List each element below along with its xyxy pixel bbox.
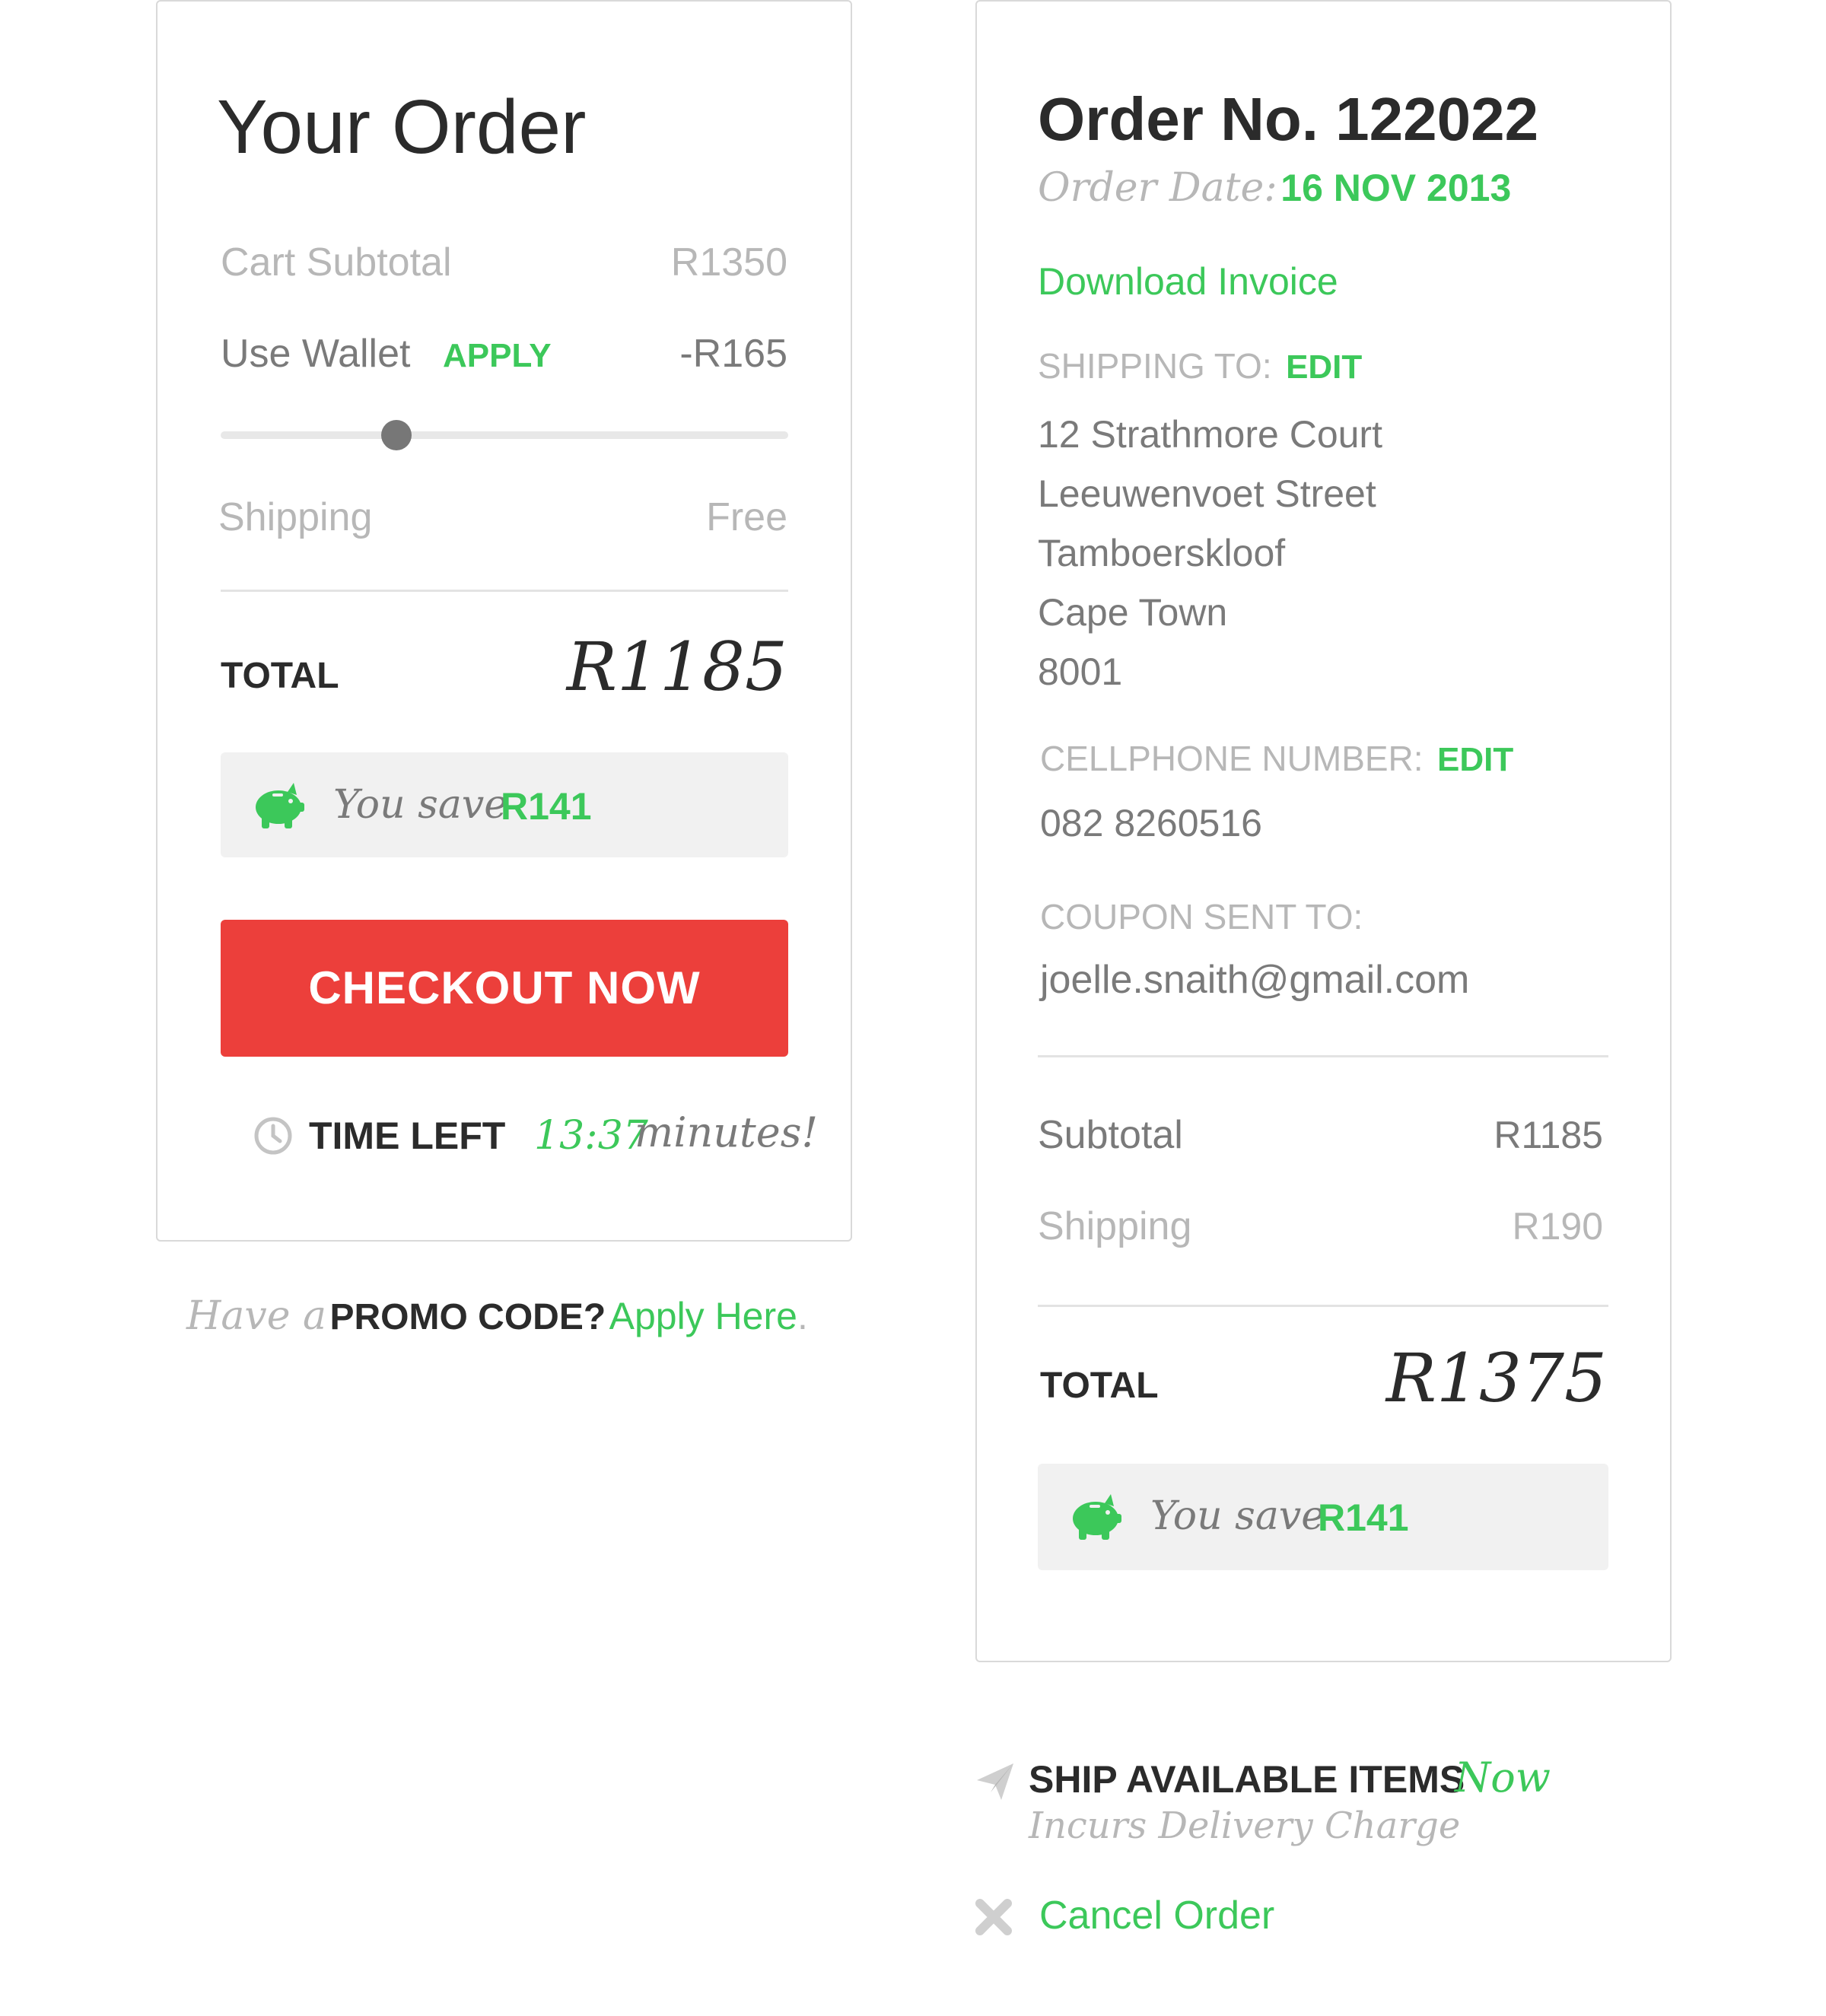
promo-code-label: PROMO CODE? [329, 1297, 606, 1337]
savings-value: R141 [501, 785, 592, 828]
total-value: R1375 [1385, 1339, 1607, 1417]
savings-prefix: You save [333, 782, 507, 828]
shipping-label: Shipping [1038, 1204, 1192, 1248]
address-line: Leeuwenvoet Street [1038, 472, 1376, 515]
divider [1038, 1055, 1608, 1057]
address-line: 12 Strathmore Court [1038, 413, 1382, 456]
time-left-label: TIME LEFT [309, 1115, 506, 1157]
paper-plane-icon [974, 1760, 1016, 1803]
order-detail-card: Order No. 122022 Order Date: 16 NOV 2013… [975, 0, 1672, 1662]
ship-now-label: Now [1455, 1754, 1551, 1801]
cancel-order-label: Cancel Order [1039, 1894, 1275, 1938]
wallet-value: -R165 [679, 332, 787, 376]
piggy-bank-icon [250, 778, 306, 832]
cellphone-edit-button[interactable]: EDIT [1437, 741, 1513, 778]
divider [221, 590, 788, 592]
download-invoice-link[interactable]: Download Invoice [1038, 255, 1338, 308]
divider [1038, 1305, 1608, 1307]
ship-delivery-note: Incurs Delivery Charge [1029, 1805, 1461, 1847]
total-value: R1185 [566, 628, 787, 706]
time-left: TIME LEFT 13:37 minutes! [253, 1105, 818, 1165]
order-date-label: Order Date: [1038, 165, 1277, 211]
address-line: Tamboerskloof [1038, 532, 1286, 574]
shipping-edit-button[interactable]: EDIT [1286, 348, 1362, 386]
use-wallet-label: Use Wallet [221, 332, 411, 376]
address-line: Cape Town [1038, 591, 1228, 634]
cellphone-value: 082 8260516 [1040, 802, 1262, 844]
address-block: 12 Strathmore Court Leeuwenvoet Street T… [1038, 405, 1646, 701]
cart-subtotal-label: Cart Subtotal [221, 240, 452, 285]
order-number-title: Order No. 122022 [1038, 85, 1539, 153]
shipping-label: Shipping [218, 495, 373, 539]
order-date-value: 16 NOV 2013 [1280, 167, 1512, 209]
shipping-value: Free [706, 495, 787, 539]
promo-apply-link[interactable]: Apply Here [609, 1295, 797, 1337]
savings-box: You save R141 [221, 752, 788, 857]
clock-icon [253, 1115, 294, 1156]
savings-prefix: You save [1150, 1493, 1325, 1539]
checkout-now-label: CHECKOUT NOW [308, 962, 701, 1013]
piggy-bank-icon [1067, 1490, 1123, 1543]
savings-box: You save R141 [1038, 1464, 1608, 1570]
subtotal-value: R1185 [1494, 1114, 1603, 1156]
promo-code-line: Have a PROMO CODE? Apply Here. [186, 1293, 871, 1354]
wallet-slider-thumb[interactable] [381, 420, 412, 450]
ship-available-items-label: SHIP AVAILABLE ITEMS [1029, 1758, 1465, 1801]
shipping-value: R190 [1512, 1205, 1603, 1248]
cart-subtotal-value: R1350 [670, 240, 787, 285]
time-left-suffix: minutes! [635, 1108, 819, 1156]
close-icon [974, 1897, 1013, 1937]
coupon-email: joelle.snaith@gmail.com [1040, 958, 1470, 1002]
wallet-slider[interactable] [221, 420, 788, 450]
subtotal-label: Subtotal [1038, 1113, 1183, 1157]
promo-prefix: Have a [186, 1293, 327, 1339]
address-line: 8001 [1038, 650, 1123, 693]
cellphone-label: CELLPHONE NUMBER: [1040, 739, 1424, 778]
shipping-to-label: SHIPPING TO: [1038, 346, 1272, 386]
shipping-to-header: SHIPPING TO: EDIT [1038, 345, 1646, 399]
savings-value: R141 [1318, 1496, 1409, 1539]
cellphone-header: CELLPHONE NUMBER: EDIT [1040, 738, 1649, 791]
total-label: TOTAL [221, 656, 339, 696]
checkout-now-button[interactable]: CHECKOUT NOW [221, 920, 788, 1057]
cancel-order-action[interactable]: Cancel Order [974, 1887, 1506, 1948]
ship-available-items-action[interactable]: SHIP AVAILABLE ITEMS Now Incurs Delivery… [974, 1750, 1659, 1856]
time-left-value: 13:37 [534, 1113, 648, 1159]
coupon-label: COUPON SENT TO: [1040, 897, 1363, 936]
total-label: TOTAL [1040, 1366, 1159, 1406]
wallet-apply-button[interactable]: APPLY [443, 333, 552, 379]
your-order-card: Your Order Cart Subtotal R1350 Use Walle… [156, 0, 852, 1242]
your-order-title: Your Order [217, 84, 587, 170]
order-date: Order Date: 16 NOV 2013 [1038, 165, 1646, 218]
promo-period: . [797, 1295, 808, 1337]
